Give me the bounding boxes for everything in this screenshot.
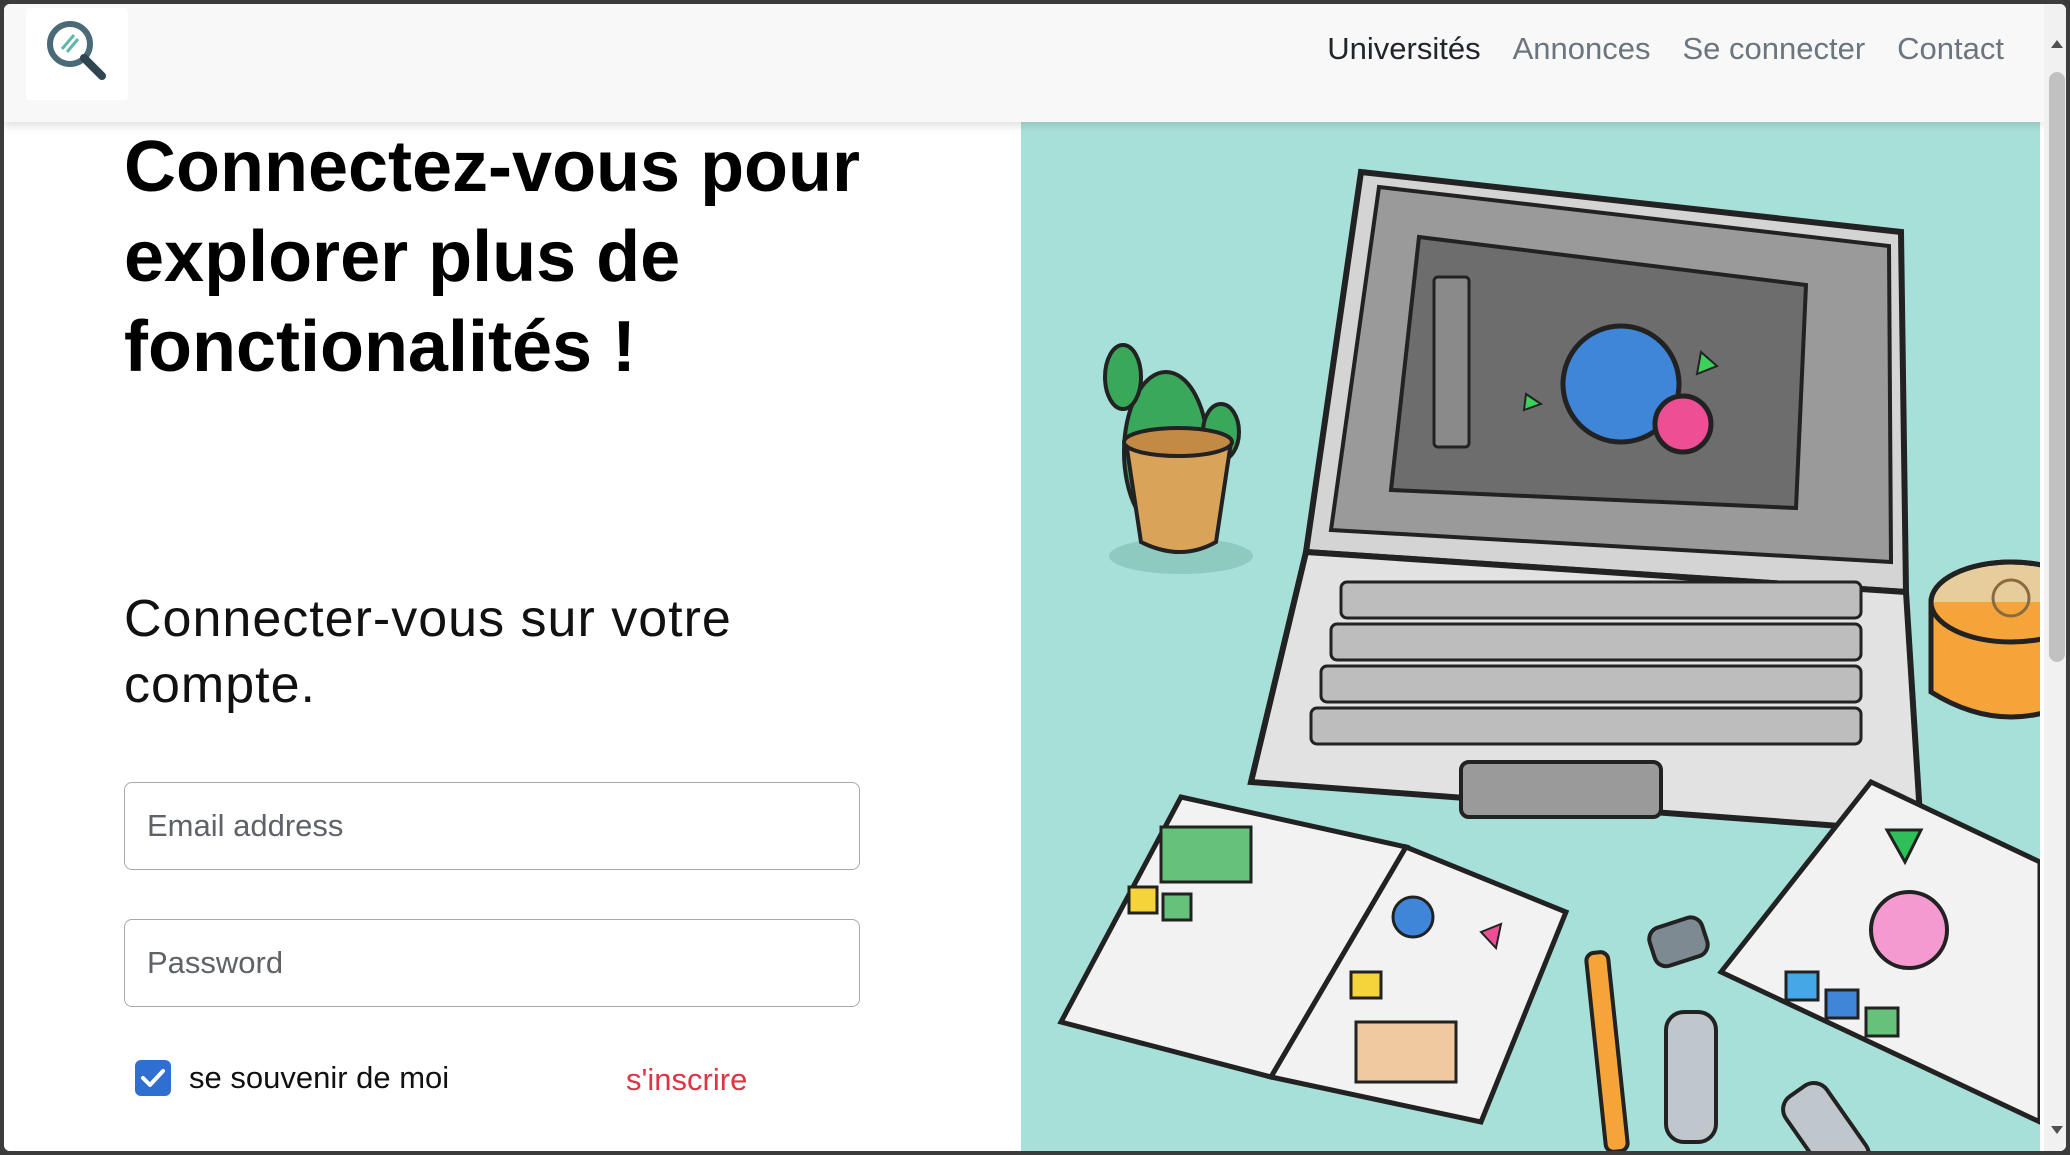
remember-me[interactable]: se souvenir de moi (135, 1060, 449, 1096)
password-field[interactable] (124, 919, 860, 1007)
notebook-drawing (1057, 794, 1570, 1125)
scroll-up-icon[interactable] (2051, 40, 2063, 48)
illustration (1021, 122, 2040, 1151)
nav-link-annonces[interactable]: Annonces (1513, 31, 1651, 67)
page-scrollbar[interactable] (2044, 4, 2066, 1151)
page-title: Connectez-vous pour explorer plus de fon… (124, 127, 861, 387)
nav-links: Universités Annonces Se connecter Contac… (1327, 24, 2004, 74)
laptop-drawing (1247, 168, 1925, 836)
coffee-mug-drawing (1928, 559, 2040, 720)
nav-link-contact[interactable]: Contact (1897, 31, 2004, 67)
scroll-thumb[interactable] (2049, 72, 2065, 662)
nav-link-se-connecter[interactable]: Se connecter (1682, 31, 1865, 67)
browser-window: Universités Annonces Se connecter Contac… (0, 0, 2070, 1155)
cactus-drawing (1103, 343, 1241, 554)
checkmark-icon (141, 1069, 165, 1087)
remember-label: se souvenir de moi (189, 1060, 450, 1095)
navbar: Universités Annonces Se connecter Contac… (4, 4, 2044, 122)
signup-link[interactable]: s'inscrire (626, 1062, 747, 1098)
paper-sheet-drawing (1717, 778, 2040, 1125)
remember-checkbox[interactable] (135, 1060, 171, 1096)
login-subtitle: Connecter-vous sur votre compte. (124, 590, 732, 714)
logo[interactable] (26, 8, 128, 100)
desk-illustration-image (1057, 168, 2040, 1151)
scroll-down-icon[interactable] (2051, 1126, 2063, 1134)
nav-link-universites[interactable]: Universités (1327, 31, 1480, 67)
magnifier-logo-icon (47, 21, 106, 80)
login-panel: Connectez-vous pour explorer plus de fon… (4, 122, 1021, 1151)
email-field[interactable] (124, 782, 860, 870)
